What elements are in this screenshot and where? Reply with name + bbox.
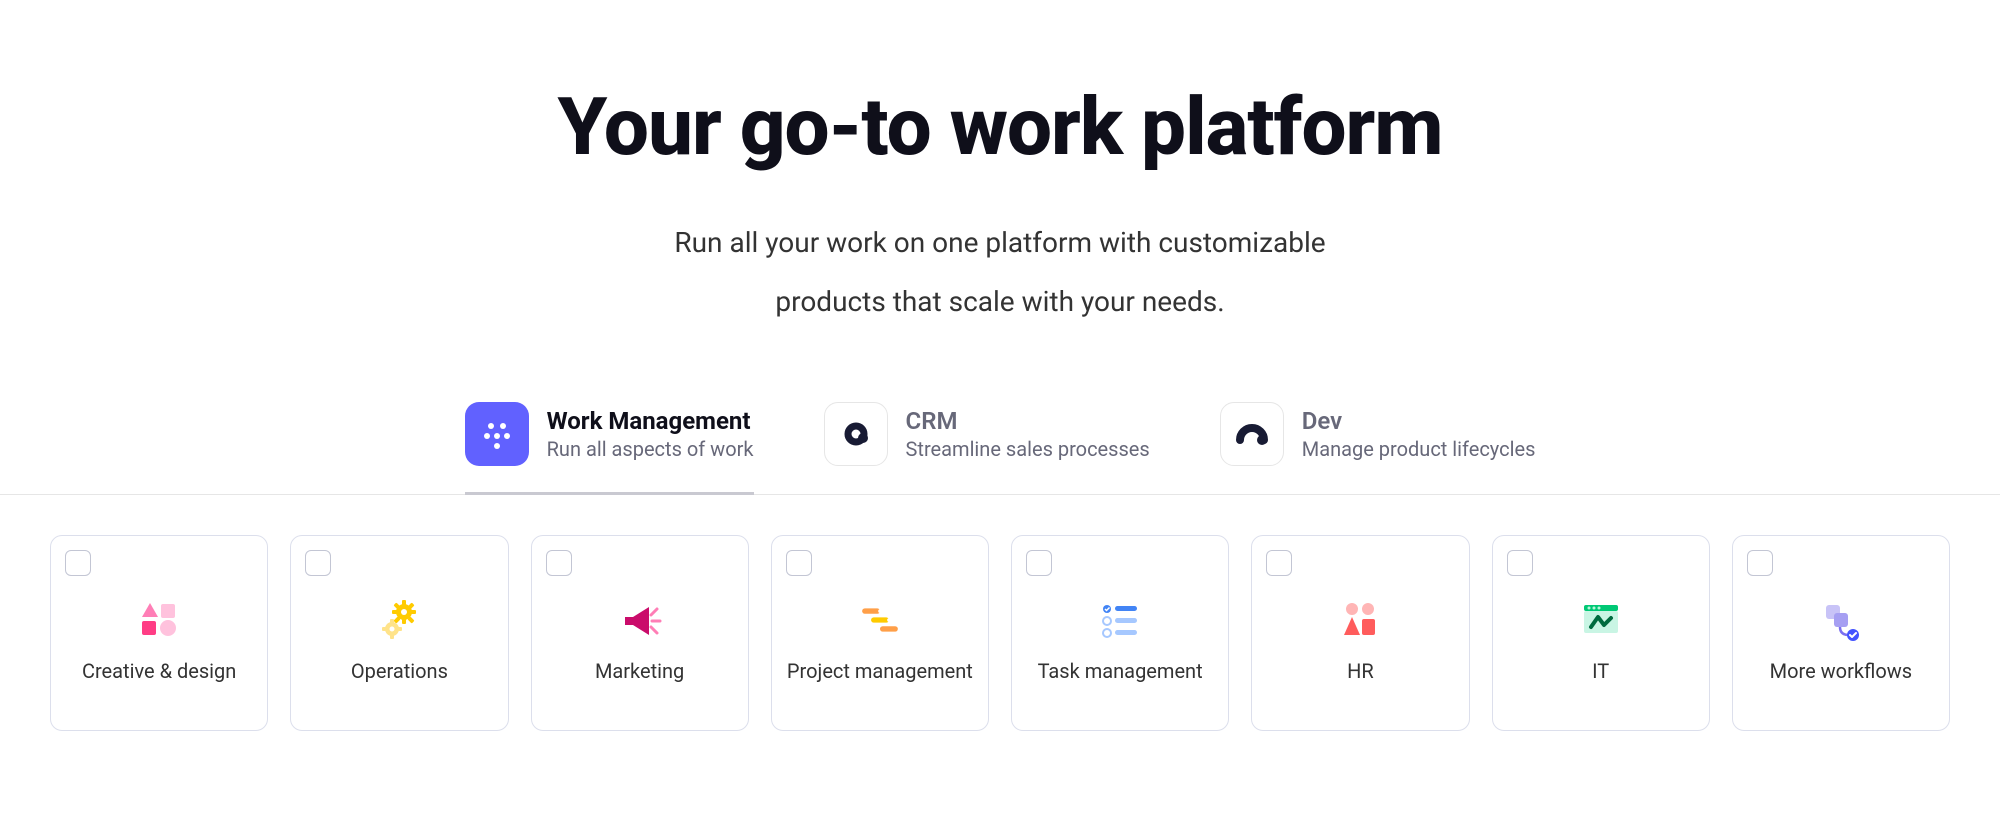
card-it[interactable]: IT (1492, 535, 1710, 731)
checklist-icon (1095, 595, 1145, 645)
card-label: Creative & design (82, 659, 236, 684)
tab-subtitle: Streamline sales processes (906, 437, 1150, 461)
checkbox[interactable] (546, 550, 572, 576)
crm-icon (824, 402, 888, 466)
tab-subtitle: Manage product lifecycles (1302, 437, 1536, 461)
checkbox[interactable] (1747, 550, 1773, 576)
tab-title: Work Management (547, 407, 754, 435)
checkbox[interactable] (1026, 550, 1052, 576)
tab-crm[interactable]: CRM Streamline sales processes (824, 392, 1150, 494)
work-management-icon (465, 402, 529, 466)
card-label: Task management (1038, 659, 1203, 684)
hero-title: Your go-to work platform (0, 80, 2000, 174)
card-label: Operations (351, 659, 448, 684)
tab-dev[interactable]: Dev Manage product lifecycles (1220, 392, 1536, 494)
card-label: More workflows (1770, 659, 1913, 684)
people-icon (1335, 595, 1385, 645)
card-marketing[interactable]: Marketing (531, 535, 749, 731)
card-operations[interactable]: Operations (290, 535, 508, 731)
megaphone-icon (615, 595, 665, 645)
card-label: HR (1347, 659, 1374, 684)
card-label: Marketing (595, 659, 684, 684)
hero-subtitle: Run all your work on one platform with c… (0, 214, 2000, 332)
tab-subtitle: Run all aspects of work (547, 437, 754, 461)
shapes-icon (134, 595, 184, 645)
monitor-icon (1576, 595, 1626, 645)
card-task-management[interactable]: Task management (1011, 535, 1229, 731)
tab-title: CRM (906, 407, 1150, 435)
dev-icon (1220, 402, 1284, 466)
workflow-cards: Creative & design (0, 495, 2000, 731)
workflow-icon (1816, 595, 1866, 645)
card-hr[interactable]: HR (1251, 535, 1469, 731)
gears-icon (374, 595, 424, 645)
card-more-workflows[interactable]: More workflows (1732, 535, 1950, 731)
checkbox[interactable] (1266, 550, 1292, 576)
checkbox[interactable] (786, 550, 812, 576)
product-tabs: Work Management Run all aspects of work … (0, 392, 2000, 495)
card-creative-design[interactable]: Creative & design (50, 535, 268, 731)
card-label: Project management (787, 659, 973, 684)
gantt-icon (855, 595, 905, 645)
card-label: IT (1592, 659, 1609, 684)
tab-title: Dev (1302, 407, 1536, 435)
checkbox[interactable] (65, 550, 91, 576)
tab-work-management[interactable]: Work Management Run all aspects of work (465, 392, 754, 494)
checkbox[interactable] (1507, 550, 1533, 576)
checkbox[interactable] (305, 550, 331, 576)
card-project-management[interactable]: Project management (771, 535, 989, 731)
